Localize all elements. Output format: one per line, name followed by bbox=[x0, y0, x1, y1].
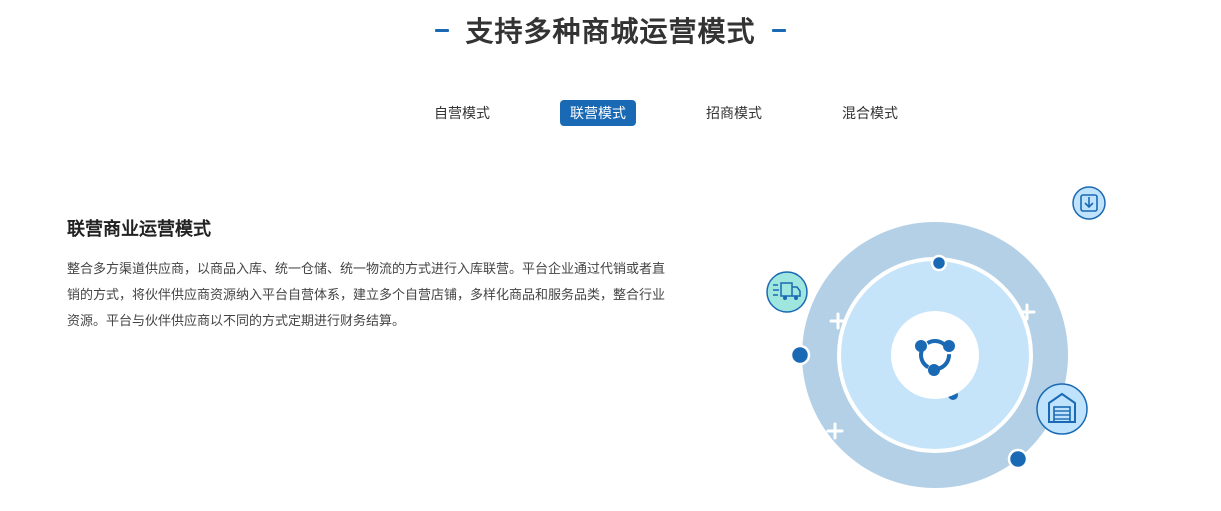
center-circle bbox=[891, 311, 979, 399]
tab-hybrid[interactable]: 混合模式 bbox=[836, 100, 904, 126]
title-dash-right bbox=[771, 28, 786, 32]
warehouse-icon bbox=[1036, 383, 1088, 435]
content-description: 整合多方渠道供应商，以商品入库、统一仓储、统一物流的方式进行入库联营。平台企业通… bbox=[67, 261, 666, 328]
download-icon bbox=[1072, 186, 1106, 220]
orbit-dot-left bbox=[789, 344, 811, 366]
orbit-dot-top bbox=[930, 254, 948, 272]
orbit-dot-bottom bbox=[1007, 448, 1029, 470]
joint-operation-illustration bbox=[766, 186, 1106, 488]
content-heading: 联营商业运营模式 bbox=[67, 219, 211, 239]
tab-joint-operation[interactable]: 联营模式 bbox=[560, 100, 636, 126]
page-title: 支持多种商城运营模式 bbox=[465, 16, 756, 47]
mode-tabs: 自营模式 联营模式 招商模式 混合模式 bbox=[0, 100, 1221, 126]
section-title-bar: 支持多种商城运营模式 bbox=[0, 8, 1221, 52]
tab-self-operated[interactable]: 自营模式 bbox=[428, 100, 496, 126]
title-dash-left bbox=[435, 28, 450, 32]
tab-merchant-recruitment[interactable]: 招商模式 bbox=[700, 100, 768, 126]
delivery-truck-icon bbox=[766, 271, 808, 313]
